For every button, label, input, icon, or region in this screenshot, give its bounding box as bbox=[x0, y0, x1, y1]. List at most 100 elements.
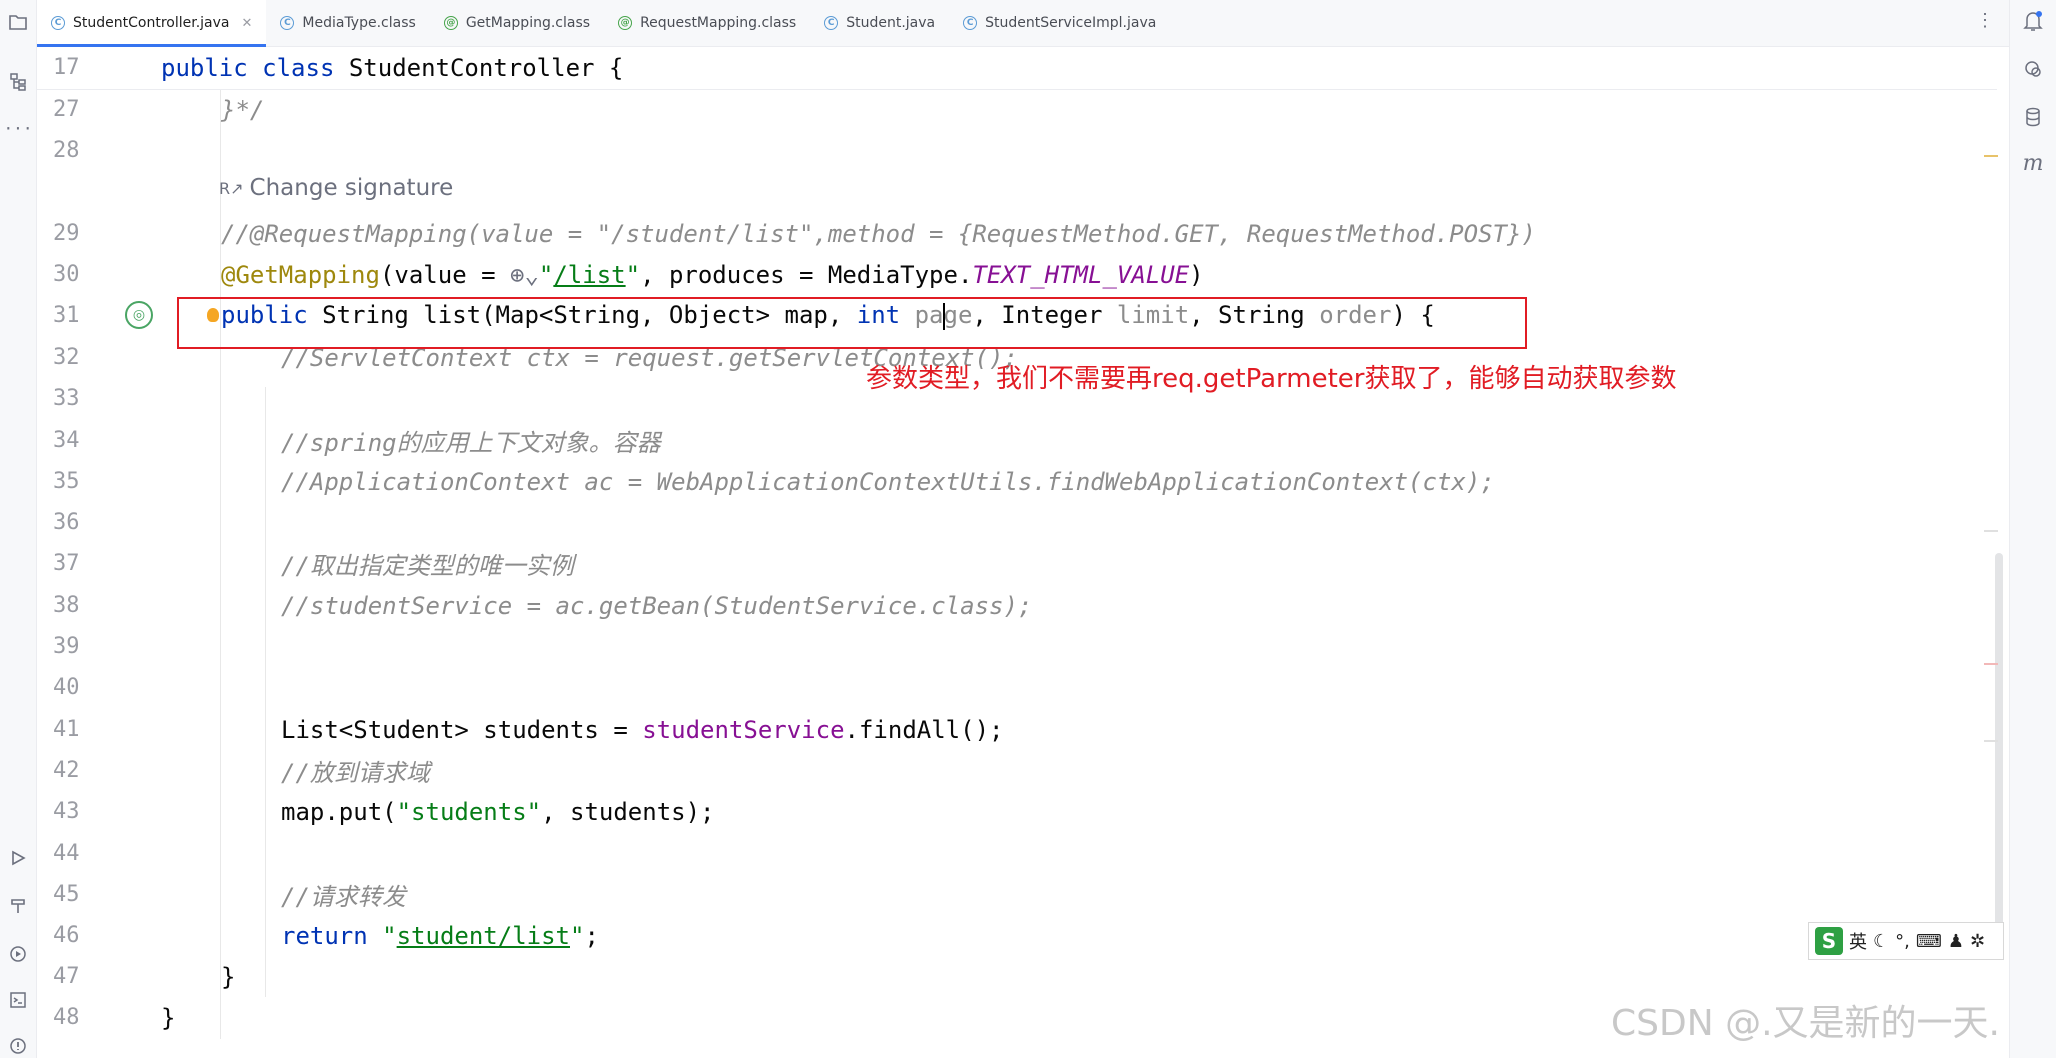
code-line[interactable]: 41 List<Student> students = studentServi… bbox=[37, 709, 1997, 750]
code-text: //请求转发 bbox=[281, 883, 406, 911]
code-line[interactable]: 46 return "student/list"; bbox=[37, 915, 1997, 956]
class-icon: C bbox=[280, 16, 295, 30]
code-line[interactable]: 28 bbox=[37, 130, 1997, 171]
editor-tab-bar: C StudentController.java ✕ C MediaType.c… bbox=[37, 0, 2009, 47]
code-text: List<Student> students = studentService.… bbox=[281, 715, 1004, 744]
line-number: 45 bbox=[53, 882, 80, 907]
code-line[interactable]: 37 //取出指定类型的唯一实例 bbox=[37, 543, 1997, 584]
watermark: CSDN @.又是新的一天. bbox=[1611, 1003, 2000, 1044]
sticky-header[interactable]: 17 public class StudentController { bbox=[37, 47, 1997, 90]
keyboard-icon[interactable]: ⌨ bbox=[1916, 931, 1942, 952]
code-line[interactable]: 38 //studentService = ac.getBean(Student… bbox=[37, 585, 1997, 626]
code-line[interactable]: 39 bbox=[37, 626, 1997, 667]
code-text: //ApplicationContext ac = WebApplication… bbox=[281, 467, 1495, 496]
terminal-icon[interactable] bbox=[6, 988, 30, 1012]
structure-icon[interactable] bbox=[6, 70, 30, 94]
line-number: 40 bbox=[53, 675, 80, 700]
code-line[interactable]: 45 //请求转发 bbox=[37, 874, 1997, 915]
vertical-scrollbar[interactable] bbox=[1995, 553, 2003, 933]
class-icon: C bbox=[963, 16, 978, 30]
tab-request-mapping[interactable]: @ RequestMapping.class bbox=[604, 0, 810, 46]
services-icon[interactable] bbox=[6, 942, 30, 966]
line-number: 44 bbox=[53, 841, 80, 866]
moon-icon[interactable]: ☾ bbox=[1873, 931, 1889, 952]
ime-toolbar[interactable]: S 英 ☾ °, ⌨ ♟ ✲ bbox=[1808, 922, 2004, 960]
tab-label: StudentServiceImpl.java bbox=[985, 15, 1157, 31]
hint-label: Change signature bbox=[249, 175, 454, 201]
punctuation-icon[interactable]: °, bbox=[1895, 931, 1910, 952]
line-number: 41 bbox=[53, 717, 80, 742]
web-endpoint-gutter-icon[interactable]: ◎ bbox=[125, 301, 153, 329]
code-line[interactable]: 42 //放到请求域 bbox=[37, 750, 1997, 791]
tab-student-service-impl[interactable]: C StudentServiceImpl.java bbox=[949, 0, 1170, 46]
code-editor[interactable]: 17 public class StudentController { 27 }… bbox=[37, 47, 2009, 1058]
line-number: 35 bbox=[53, 469, 80, 494]
line-number: 38 bbox=[53, 593, 80, 618]
right-tool-strip: m bbox=[2009, 0, 2056, 1058]
line-number: 42 bbox=[53, 758, 80, 783]
code-line[interactable]: 44 bbox=[37, 833, 1997, 874]
code-line[interactable]: 27 }*/ bbox=[37, 89, 1997, 130]
ime-logo-icon: S bbox=[1815, 927, 1843, 955]
line-number: 32 bbox=[53, 345, 80, 370]
tab-media-type[interactable]: C MediaType.class bbox=[266, 0, 429, 46]
settings-icon[interactable]: ✲ bbox=[1970, 931, 1985, 952]
tab-options-menu-icon[interactable]: ⋮ bbox=[1976, 10, 1994, 31]
stripe-mark[interactable] bbox=[1984, 740, 1998, 742]
code-text: @GetMapping(value = ⊕⌄"/list", produces … bbox=[221, 260, 1204, 289]
code-line[interactable]: 36 bbox=[37, 502, 1997, 543]
code-line[interactable]: 30 @GetMapping(value = ⊕⌄"/list", produc… bbox=[37, 254, 1997, 295]
globe-icon[interactable]: ⊕⌄ bbox=[510, 261, 539, 289]
class-icon: C bbox=[51, 16, 65, 30]
class-icon: C bbox=[824, 16, 839, 30]
line-number: 27 bbox=[53, 97, 80, 122]
tab-student-controller[interactable]: C StudentController.java ✕ bbox=[37, 0, 267, 47]
code-line[interactable]: 34 //spring的应用上下文对象。容器 bbox=[37, 420, 1997, 461]
database-icon[interactable] bbox=[2020, 104, 2046, 130]
line-number: 34 bbox=[53, 428, 80, 453]
tab-student[interactable]: C Student.java bbox=[810, 0, 949, 46]
refactor-icon: R↗ bbox=[219, 178, 244, 198]
highlight-box bbox=[177, 297, 1527, 349]
run-icon[interactable] bbox=[6, 846, 30, 870]
line-number: 33 bbox=[53, 386, 80, 411]
annotation-text: 参数类型，我们不需要再req.getParmeter获取了，能够自动获取参数 bbox=[866, 364, 1677, 394]
line-number: 46 bbox=[53, 923, 80, 948]
close-icon[interactable]: ✕ bbox=[241, 16, 252, 31]
line-number: 47 bbox=[53, 964, 80, 989]
line-number: 31 bbox=[53, 303, 80, 328]
code-line[interactable]: 35 //ApplicationContext ac = WebApplicat… bbox=[37, 461, 1997, 502]
code-text: return "student/list"; bbox=[281, 921, 599, 950]
stripe-mark[interactable] bbox=[1984, 663, 1998, 665]
code-line[interactable]: 43 map.put("students", students); bbox=[37, 791, 1997, 832]
build-hammer-icon[interactable] bbox=[6, 894, 30, 918]
line-number: 17 bbox=[53, 55, 80, 80]
code-text: } bbox=[161, 1003, 176, 1032]
tab-get-mapping[interactable]: @ GetMapping.class bbox=[430, 0, 604, 46]
line-number: 43 bbox=[53, 799, 80, 824]
maven-icon[interactable]: m bbox=[2020, 150, 2046, 176]
change-signature-hint[interactable]: R↗ Change signature bbox=[219, 175, 453, 201]
problems-icon[interactable] bbox=[6, 1034, 30, 1058]
ai-assistant-icon[interactable] bbox=[2020, 56, 2046, 82]
stripe-mark[interactable] bbox=[1984, 530, 1998, 532]
line-number: 28 bbox=[53, 138, 80, 163]
code-line[interactable]: 40 bbox=[37, 667, 1997, 708]
line-number: 36 bbox=[53, 510, 80, 535]
code-line[interactable]: 47 } bbox=[37, 956, 1997, 997]
ime-mode[interactable]: 英 bbox=[1849, 928, 1867, 954]
code-text: } bbox=[221, 962, 236, 991]
notifications-bell-icon[interactable] bbox=[2020, 8, 2046, 34]
more-tools-icon[interactable]: ··· bbox=[4, 116, 33, 140]
code-line[interactable]: 29 //@RequestMapping(value = "/student/l… bbox=[37, 213, 1997, 254]
user-icon[interactable]: ♟ bbox=[1948, 931, 1964, 952]
line-number: 29 bbox=[53, 221, 80, 246]
tab-label: StudentController.java bbox=[73, 15, 230, 31]
line-number: 30 bbox=[53, 262, 80, 287]
tab-label: RequestMapping.class bbox=[640, 15, 797, 31]
warning-stripe-mark[interactable] bbox=[1984, 155, 1998, 157]
code-text: //放到请求域 bbox=[281, 759, 430, 787]
project-folder-icon[interactable] bbox=[6, 10, 30, 34]
sticky-code: public class StudentController { bbox=[161, 53, 624, 82]
tab-label: Student.java bbox=[846, 15, 936, 31]
